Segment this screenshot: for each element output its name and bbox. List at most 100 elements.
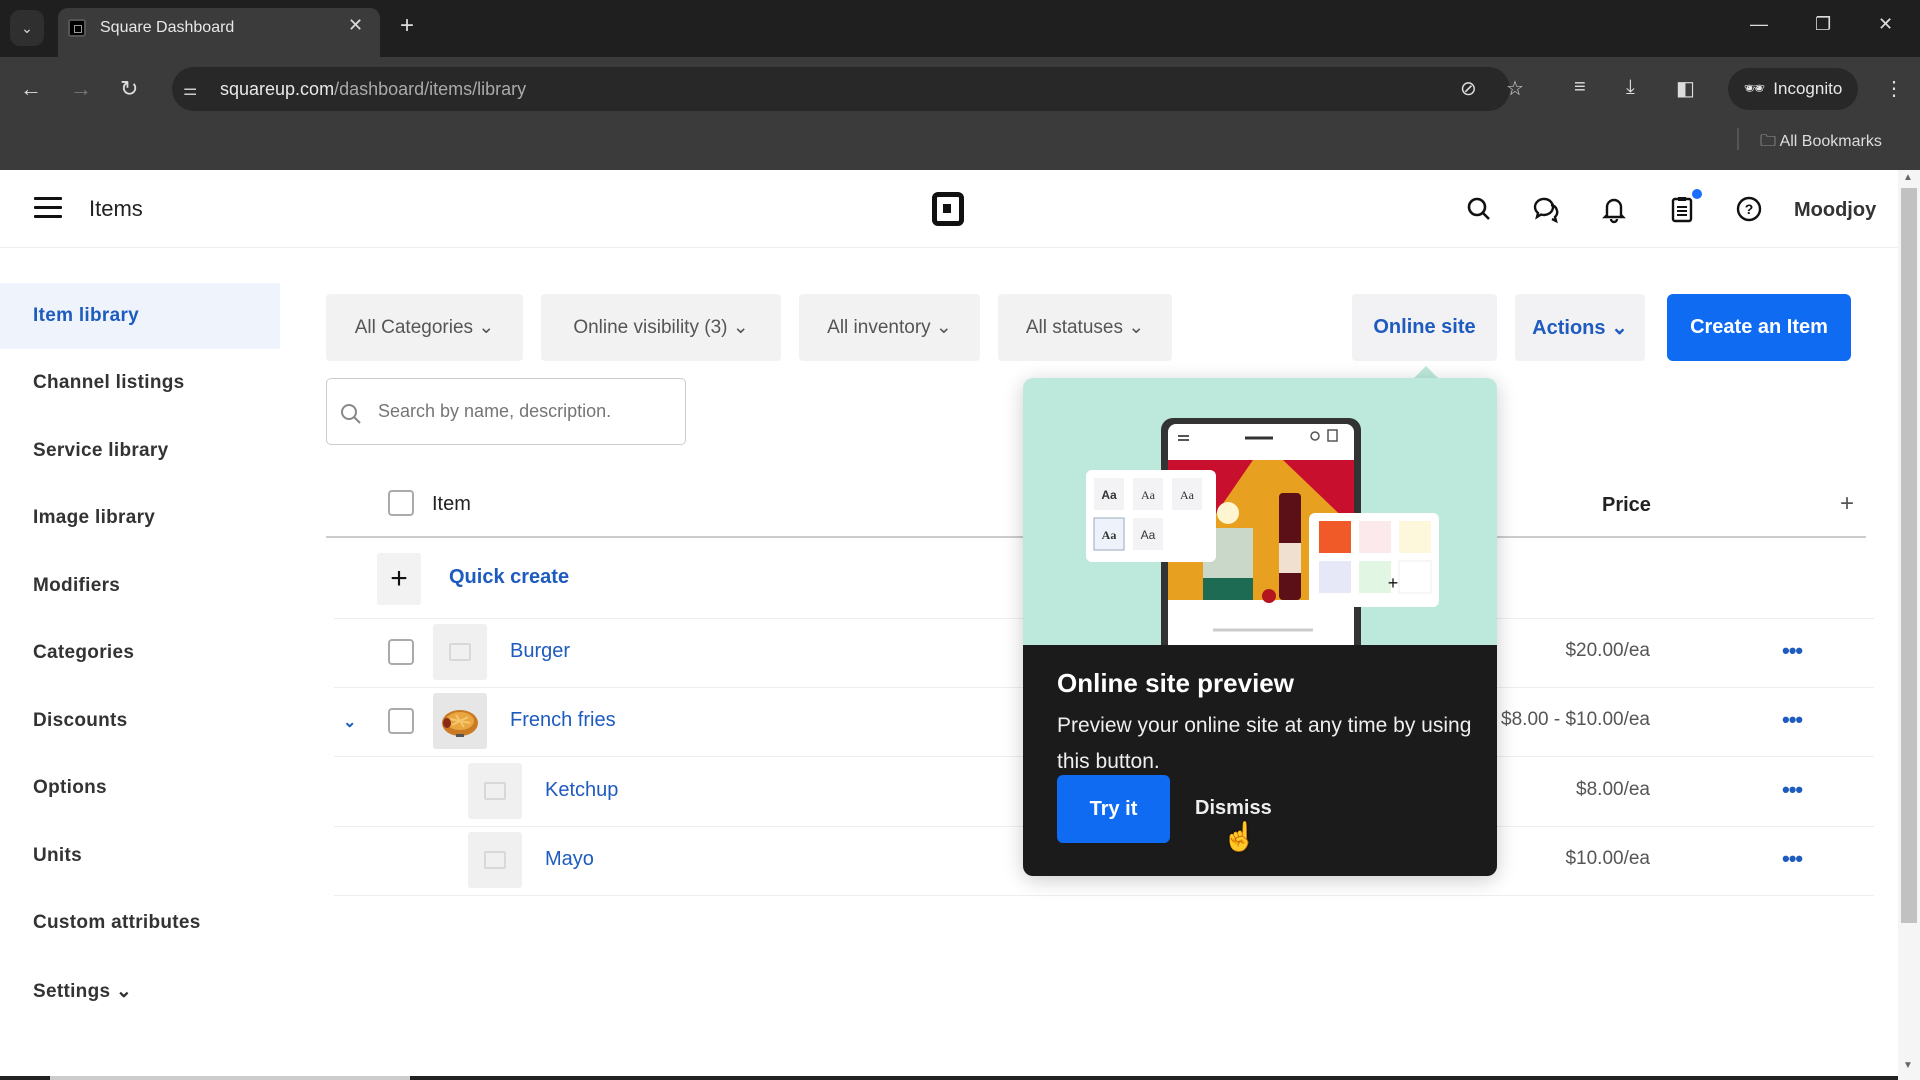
expand-chevron-icon[interactable]: ⌄ — [343, 712, 356, 732]
window-close-icon[interactable]: ✕ — [1878, 14, 1893, 35]
sidebar-item-label: Image library — [33, 507, 156, 528]
scroll-down-icon[interactable]: ▼ — [1903, 1060, 1913, 1071]
sidebar-item-categories[interactable]: Categories — [0, 620, 280, 686]
search-input[interactable] — [378, 393, 678, 429]
back-icon[interactable]: ← — [20, 76, 42, 102]
font-sample-3: Aa — [1180, 488, 1195, 502]
user-account-menu[interactable]: Moodjoy — [1794, 199, 1876, 222]
more-options-icon[interactable]: ••• — [1782, 707, 1803, 733]
square-favicon-icon — [68, 19, 86, 37]
bell-icon[interactable] — [1599, 194, 1629, 224]
font-sample-4: Aa — [1102, 528, 1117, 542]
sidebar-item-options[interactable]: Options — [0, 755, 280, 821]
browser-menu-icon[interactable]: ⋮ — [1884, 76, 1904, 101]
image-placeholder-icon — [433, 624, 487, 680]
hamburger-menu-icon[interactable] — [34, 197, 62, 219]
svg-text:?: ? — [1745, 201, 1754, 217]
popover-text: Preview your online site at any time by … — [1057, 714, 1472, 773]
sidebar-item-discounts[interactable]: Discounts — [0, 688, 280, 754]
site-info-icon[interactable]: ⚌ — [183, 80, 197, 100]
add-swatch-icon: + — [1388, 573, 1399, 593]
bookmark-star-icon[interactable]: ☆ — [1506, 76, 1524, 101]
sidebar-item-units[interactable]: Units — [0, 823, 280, 889]
scrollbar-thumb[interactable] — [1901, 188, 1917, 923]
url-path: /dashboard/items/library — [334, 79, 527, 99]
sidebar-item-channel-listings[interactable]: Channel listings — [0, 350, 280, 416]
sidebar-item-settings[interactable]: Settings ⌄ — [0, 958, 280, 1024]
page-title: Items — [89, 196, 143, 221]
forward-icon[interactable]: → — [70, 76, 92, 102]
eye-off-icon[interactable]: ⊘ — [1460, 76, 1477, 101]
item-name-link[interactable]: Ketchup — [545, 779, 618, 802]
column-header-item[interactable]: Item — [432, 493, 471, 516]
close-tab-icon[interactable]: ✕ — [348, 15, 363, 36]
actions-dropdown[interactable]: Actions ⌄ — [1515, 294, 1645, 361]
item-name-link[interactable]: Mayo — [545, 848, 594, 871]
filter-online-visibility[interactable]: Online visibility (3) ⌄ — [541, 294, 781, 361]
new-tab-icon[interactable]: + — [400, 12, 414, 40]
font-sample-2: Aa — [1141, 488, 1156, 502]
more-options-icon[interactable]: ••• — [1782, 777, 1803, 803]
clipboard-icon[interactable] — [1667, 194, 1697, 224]
item-image — [433, 693, 487, 749]
add-swatch-tile — [1398, 560, 1432, 594]
row-checkbox[interactable] — [388, 708, 414, 734]
more-options-icon[interactable]: ••• — [1782, 846, 1803, 872]
item-name-link[interactable]: Burger — [510, 640, 570, 663]
media-queue-icon[interactable]: ≡ — [1574, 76, 1586, 99]
item-name-link[interactable]: French fries — [510, 709, 616, 732]
search-icon — [341, 404, 361, 424]
sidebar-item-label: Custom attributes — [33, 912, 201, 933]
sidebar-item-modifiers[interactable]: Modifiers — [0, 553, 280, 619]
image-placeholder-icon — [468, 832, 522, 888]
help-icon[interactable]: ? — [1734, 194, 1764, 224]
messages-icon[interactable] — [1531, 194, 1561, 224]
hand-cursor-icon: ☝ — [1222, 821, 1257, 852]
folder-icon: 🗀 — [1760, 133, 1780, 150]
sidebar-item-label: Settings ⌄ — [33, 980, 133, 1002]
scroll-up-icon[interactable]: ▲ — [1903, 172, 1913, 183]
side-panel-icon[interactable]: ◧ — [1676, 76, 1695, 101]
select-all-checkbox[interactable] — [388, 490, 414, 516]
sidebar-item-image-library[interactable]: Image library — [0, 485, 280, 551]
try-it-button[interactable]: Try it — [1057, 775, 1170, 843]
color-swatch — [1399, 521, 1431, 553]
search-icon[interactable] — [1464, 194, 1494, 224]
quick-create-link[interactable]: Quick create — [449, 566, 569, 589]
online-site-button[interactable]: Online site — [1352, 294, 1497, 361]
horizontal-scrollbar-thumb[interactable] — [50, 1076, 410, 1080]
square-logo-icon[interactable] — [932, 192, 964, 226]
row-checkbox[interactable] — [388, 639, 414, 665]
bookmarks-divider — [1737, 128, 1739, 150]
french-fries-image — [442, 710, 478, 737]
all-bookmarks[interactable]: 🗀 All Bookmarks — [1760, 130, 1882, 157]
incognito-icon: 🕶 — [1743, 79, 1766, 98]
filter-inventory[interactable]: All inventory ⌄ — [799, 294, 980, 361]
restore-icon[interactable]: ❐ — [1815, 14, 1831, 35]
phone-preview-illustration: Aa Aa Aa Aa Aa + — [1086, 418, 1439, 658]
more-options-icon[interactable]: ••• — [1782, 638, 1803, 664]
tab-list-button[interactable]: ⌄ — [10, 10, 44, 46]
sidebar-item-label: Channel listings — [33, 372, 185, 393]
sidebar-item-custom-attributes[interactable]: Custom attributes — [0, 890, 280, 956]
create-item-button[interactable]: Create an Item — [1667, 294, 1851, 361]
minimize-icon[interactable]: — — [1750, 14, 1768, 35]
dismiss-button[interactable]: Dismiss — [1195, 797, 1272, 820]
notification-dot — [1692, 189, 1702, 199]
column-header-price[interactable]: Price — [1602, 494, 1651, 517]
sidebar-item-label: Units — [33, 845, 82, 866]
download-icon[interactable]: ⤓ — [1626, 76, 1635, 99]
sidebar-item-service-library[interactable]: Service library — [0, 418, 280, 484]
filter-categories[interactable]: All Categories ⌄ — [326, 294, 523, 361]
incognito-badge[interactable]: 🕶 Incognito — [1728, 68, 1858, 110]
sidebar-item-label: Modifiers — [33, 575, 121, 596]
reload-icon[interactable]: ↻ — [120, 76, 138, 102]
filter-statuses[interactable]: All statuses ⌄ — [998, 294, 1172, 361]
sidebar-item-item-library[interactable]: Item library — [0, 283, 280, 349]
quick-create-plus-icon[interactable]: + — [377, 553, 421, 605]
add-column-icon[interactable]: + — [1840, 490, 1854, 518]
url-text[interactable]: squareup.com/dashboard/items/library — [220, 79, 526, 100]
row-divider — [334, 895, 1874, 896]
sidebar-item-label: Categories — [33, 642, 135, 663]
url-host: squareup.com — [220, 79, 335, 99]
